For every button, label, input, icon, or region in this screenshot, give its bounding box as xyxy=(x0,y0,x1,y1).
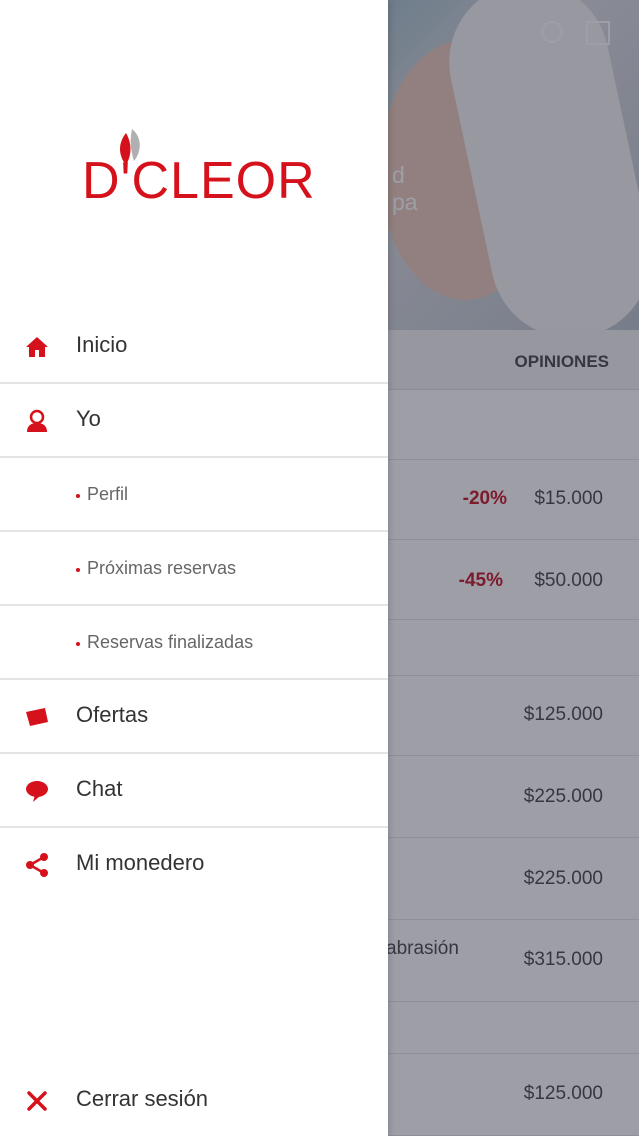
menu-subitem-proximas-reservas[interactable]: Próximas reservas xyxy=(0,532,388,606)
menu-item-label: Chat xyxy=(76,776,123,801)
menu-item-ofertas[interactable]: Ofertas xyxy=(0,680,388,754)
bullet-icon xyxy=(76,494,80,498)
menu-item-label: Mi monedero xyxy=(76,850,205,875)
menu-item-mi-monedero[interactable]: Mi monedero xyxy=(0,828,388,902)
menu-subitem-label: Próximas reservas xyxy=(87,558,237,578)
menu-item-label: Yo xyxy=(76,406,101,431)
menu-item-label: Ofertas xyxy=(76,702,149,727)
menu-item-label: Inicio xyxy=(76,332,128,357)
bullet-icon xyxy=(76,568,80,572)
menu-item-chat[interactable]: Chat xyxy=(0,754,388,828)
home-icon xyxy=(26,337,48,357)
bullet-icon xyxy=(76,642,80,646)
menu-item-yo[interactable]: Yo xyxy=(0,384,388,458)
brand-logo: D'CLEOR xyxy=(82,125,315,210)
close-icon xyxy=(27,1091,47,1111)
menu-item-inicio[interactable]: Inicio xyxy=(0,310,388,384)
logo-text: D'CLEOR xyxy=(82,152,316,210)
menu-subitem-label: Perfil xyxy=(87,484,129,504)
user-icon xyxy=(27,409,47,432)
menu-subitem-perfil[interactable]: Perfil xyxy=(0,458,388,532)
tag-icon xyxy=(26,708,48,726)
chat-bubble-icon xyxy=(26,781,48,802)
logout-label: Cerrar sesión xyxy=(76,1086,209,1111)
menu-subitem-label: Reservas finalizadas xyxy=(87,632,254,652)
navigation-drawer: D'CLEOR Inicio Yo Perfil Próximas reserv… xyxy=(0,0,388,1136)
menu-subitem-reservas-finalizadas[interactable]: Reservas finalizadas xyxy=(0,606,388,680)
logout-button[interactable]: Cerrar sesión xyxy=(0,1064,388,1136)
share-icon xyxy=(26,853,48,877)
